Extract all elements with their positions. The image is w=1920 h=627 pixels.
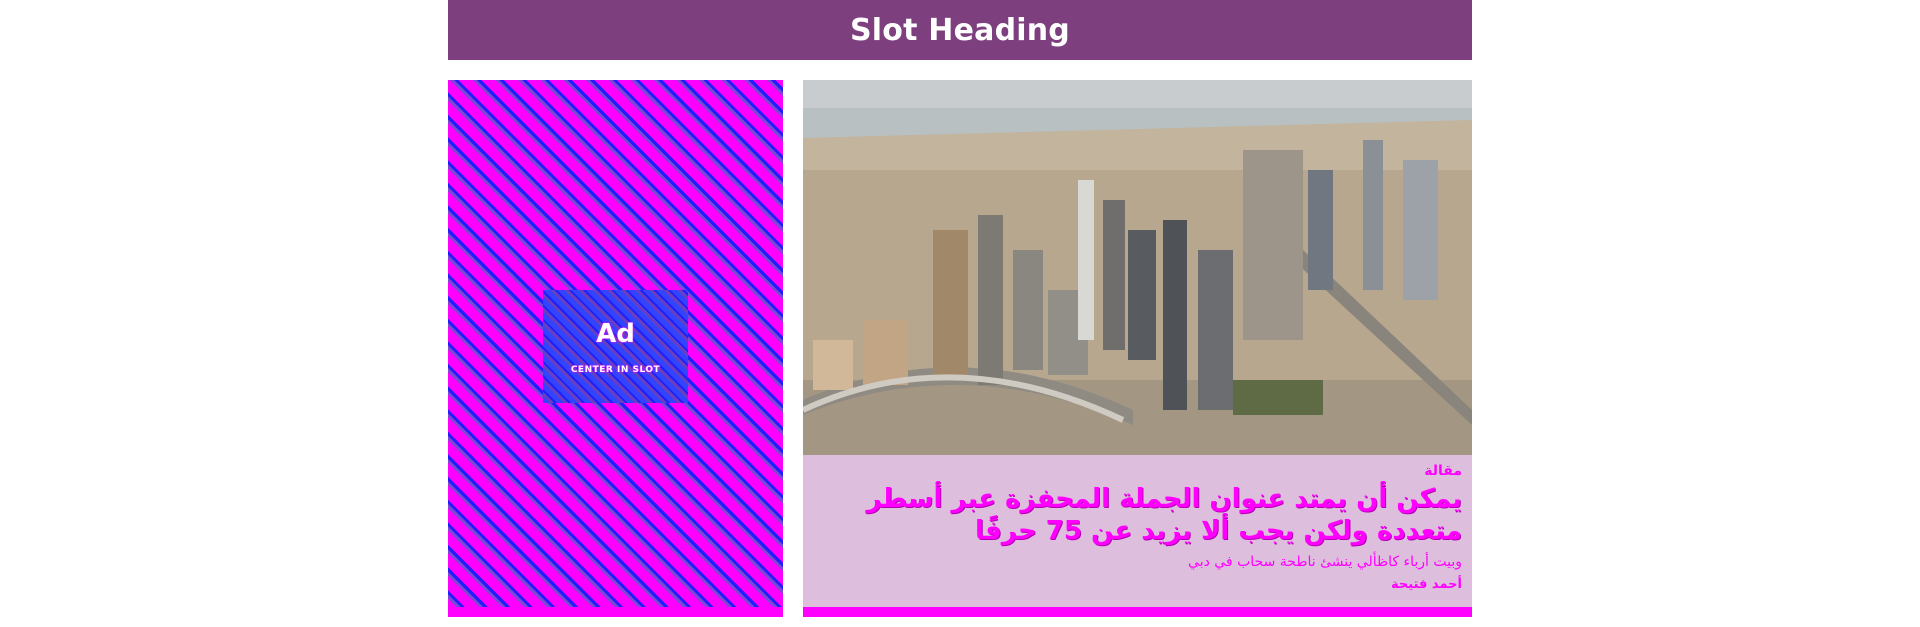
- page: Slot Heading Ad CENTER IN SLOT مقالة يمك…: [0, 0, 1920, 627]
- article-title[interactable]: يمكن أن يمتد عنوان الجملة المحفزة عبر أس…: [813, 483, 1462, 547]
- city-skyline-photo[interactable]: [803, 80, 1472, 455]
- article-summary: وبيت أرباء كاظألي ينشئ ناطحة سحاب في دبي: [1188, 554, 1462, 570]
- ad-sublabel: CENTER IN SLOT: [570, 364, 661, 375]
- article-card[interactable]: مقالة يمكن أن يمتد عنوان الجملة المحفزة …: [803, 80, 1472, 617]
- skyline-illustration: [803, 80, 1472, 455]
- ad-label: Ad: [596, 318, 635, 349]
- article-author: أحمد فتيحة: [1391, 577, 1462, 592]
- article-text: مقالة يمكن أن يمتد عنوان الجملة المحفزة …: [813, 463, 1462, 592]
- ad-placeholder[interactable]: Ad CENTER IN SLOT: [543, 290, 688, 403]
- article-kicker: مقالة: [1424, 463, 1462, 479]
- slot-heading: Slot Heading: [850, 12, 1070, 48]
- slot-heading-bar: Slot Heading: [448, 0, 1472, 60]
- ad-slot[interactable]: Ad CENTER IN SLOT: [448, 80, 783, 617]
